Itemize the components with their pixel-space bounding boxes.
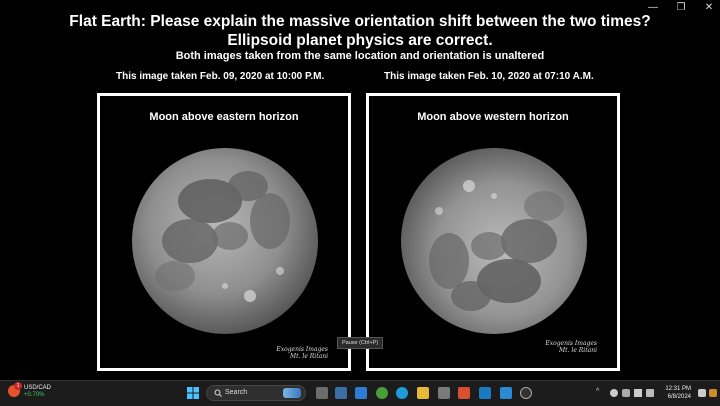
task-view-icon[interactable] [316, 387, 328, 399]
calculator-icon[interactable] [355, 387, 367, 399]
clock[interactable]: 12:31 PM 6/8/2024 [657, 385, 691, 401]
moon-right-graphic [401, 148, 587, 334]
moon-image-right: Moon above western horizon Exogenis Imag… [366, 93, 620, 371]
moon-image-left: Moon above eastern horizon Exogenis Imag… [97, 93, 351, 371]
notification-bell-icon[interactable] [698, 389, 706, 397]
taskbar: 1 USD/CAD +0.70% Search ^ 12:31 PM 6/8/2… [0, 380, 720, 406]
stock-icon: 1 [8, 382, 22, 397]
ticker-symbol: USD/CAD [24, 385, 52, 391]
moon-label-left: Moon above eastern horizon [149, 111, 299, 123]
battery-icon[interactable] [646, 389, 654, 397]
image-caption-right: This image taken Feb. 10, 2020 at 07:10 … [384, 71, 594, 82]
volume-icon[interactable] [634, 389, 642, 397]
calendar-icon[interactable] [500, 387, 512, 399]
wifi-icon[interactable] [622, 389, 630, 397]
clock-time: 12:31 PM [665, 386, 691, 392]
clock-date: 6/8/2024 [667, 394, 691, 400]
pause-tooltip: Pause (Ctrl+P) [337, 337, 384, 349]
title-line-2: Ellipsoid planet physics are correct. [227, 32, 493, 49]
brave-icon[interactable] [458, 387, 470, 399]
stock-widget[interactable]: 1 USD/CAD +0.70% [8, 382, 52, 399]
video-player-icon[interactable] [520, 387, 532, 399]
moon-left-graphic [132, 148, 318, 334]
windows-start-icon[interactable] [187, 387, 199, 399]
search-placeholder: Search [225, 389, 248, 396]
edge-icon[interactable] [396, 387, 408, 399]
subtitle: Both images taken from the same location… [175, 50, 545, 62]
image-caption-left: This image taken Feb. 09, 2020 at 10:00 … [116, 71, 325, 82]
page-title: Flat Earth: Please explain the massive o… [0, 12, 720, 50]
media-player-icon[interactable] [438, 387, 450, 399]
search-highlight-icon [283, 388, 301, 398]
notification-badge: 1 [14, 382, 22, 390]
watermark-left: Exogenis Images Mt. le Ritani [276, 346, 328, 360]
watermark-right: Exogenis Images Mt. le Ritani [545, 340, 597, 354]
chrome-icon[interactable] [376, 387, 388, 399]
search-icon [214, 389, 222, 397]
file-explorer-icon[interactable] [417, 387, 429, 399]
mail-icon[interactable] [479, 387, 491, 399]
ticker-change: +0.70% [24, 392, 45, 398]
chevron-up-icon[interactable]: ^ [596, 388, 599, 395]
moon-label-right: Moon above western horizon [417, 111, 569, 123]
user-app-icon[interactable] [709, 389, 717, 397]
title-line-1: Flat Earth: Please explain the massive o… [69, 13, 651, 30]
widgets-icon[interactable] [335, 387, 347, 399]
taskbar-search[interactable]: Search [206, 385, 306, 401]
onedrive-icon[interactable] [610, 389, 618, 397]
